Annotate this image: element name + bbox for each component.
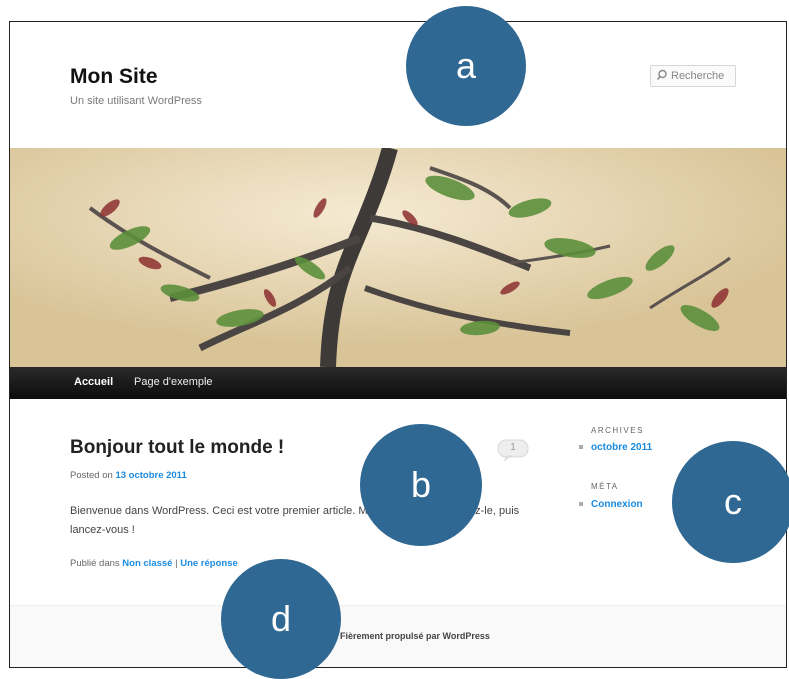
posted-prefix: Posted on xyxy=(70,470,113,481)
marker-b: b xyxy=(360,424,482,546)
post-content: Bienvenue dans WordPress. Ceci est votre… xyxy=(70,505,520,536)
widget-title-archives: ARCHIVES xyxy=(591,426,644,435)
post-meta: Posted on 13 octobre 2011 xyxy=(70,470,187,481)
bullet-icon xyxy=(579,502,583,507)
main-navigation: Accueil Page d'exemple xyxy=(10,367,786,399)
published-prefix: Publié dans xyxy=(70,558,120,569)
browser-frame: Mon Site Un site utilisant WordPress Rec… xyxy=(9,21,787,668)
marker-c: c xyxy=(672,441,789,563)
bonsai-illustration xyxy=(10,148,786,367)
marker-a: a xyxy=(406,6,526,126)
login-link[interactable]: Connexion xyxy=(579,499,643,510)
widget-title-meta: MÉTA xyxy=(591,482,619,491)
nav-item-sample-page[interactable]: Page d'exemple xyxy=(134,376,213,388)
comment-count[interactable]: 1 xyxy=(497,442,529,453)
search-icon xyxy=(656,69,667,81)
reply-link[interactable]: Une réponse xyxy=(180,558,238,569)
archive-link[interactable]: octobre 2011 xyxy=(579,442,652,453)
login-link-label[interactable]: Connexion xyxy=(591,499,643,510)
post-title[interactable]: Bonjour tout le monde ! xyxy=(70,437,284,459)
marker-d: d xyxy=(221,559,341,679)
post-date-link[interactable]: 13 octobre 2011 xyxy=(115,470,186,481)
header-banner-image xyxy=(10,148,786,367)
site-title[interactable]: Mon Site xyxy=(70,65,158,89)
archive-link-label[interactable]: octobre 2011 xyxy=(591,442,652,453)
category-link[interactable]: Non classé xyxy=(122,558,172,569)
footer-credit[interactable]: Fièrement propulsé par WordPress xyxy=(340,631,490,641)
site-description: Un site utilisant WordPress xyxy=(70,95,202,107)
nav-item-home[interactable]: Accueil xyxy=(74,376,113,388)
post-footer-meta: Publié dans Non classé | Une réponse xyxy=(70,558,238,569)
meta-separator: | xyxy=(175,558,178,569)
bullet-icon xyxy=(579,445,583,450)
